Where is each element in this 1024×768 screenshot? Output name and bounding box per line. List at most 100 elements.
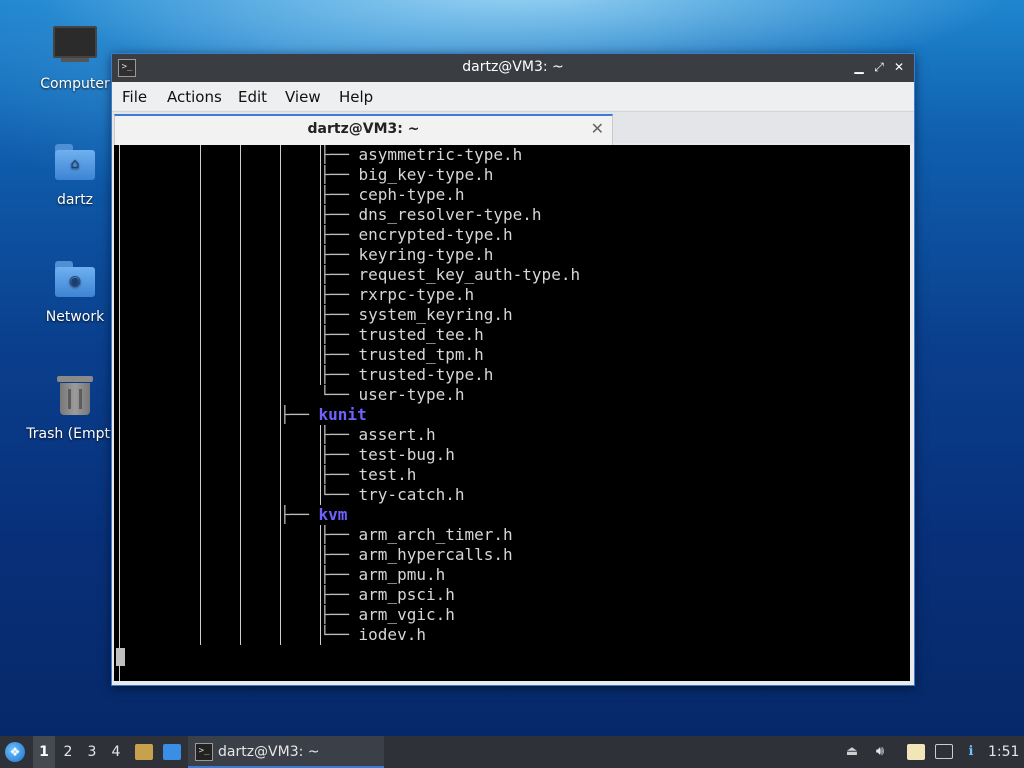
tree-entry-name: encrypted-type.h: [358, 225, 513, 244]
tree-branch: ├──: [320, 245, 359, 264]
tree-entry-name: arm_vgic.h: [358, 605, 455, 624]
tree-guide-line: [280, 145, 281, 645]
tree-branch: ├──: [320, 205, 359, 224]
tree-entry-name: arm_arch_timer.h: [358, 525, 513, 544]
desktop-icon-home[interactable]: ⌂ dartz: [25, 140, 125, 208]
tree-entry-name: arm_pmu.h: [358, 565, 446, 584]
tree-file-entry: ├── arm_pmu.h: [320, 565, 445, 585]
update-notifier-icon[interactable]: ℹ: [962, 744, 980, 760]
maximize-button[interactable]: ⤢: [870, 58, 888, 76]
network-folder-icon: ◉: [51, 257, 99, 303]
tab-close-icon[interactable]: ✕: [591, 119, 604, 138]
tree-directory-entry: ├── kvm: [280, 505, 347, 525]
eject-icon[interactable]: ⏏: [843, 744, 861, 760]
tree-entry-name: try-catch.h: [358, 485, 465, 504]
tree-guide-line: [119, 145, 120, 681]
volume-icon[interactable]: 🔊︎: [871, 744, 889, 760]
workspace-3[interactable]: 3: [81, 736, 103, 768]
menu-bar: File Actions Edit View Help: [112, 82, 914, 110]
tree-entry-name: kvm: [318, 505, 348, 524]
menu-edit[interactable]: Edit: [238, 88, 267, 106]
tree-branch: ├──: [320, 225, 359, 244]
workspace-4[interactable]: 4: [105, 736, 127, 768]
tab-label: dartz@VM3: ~: [307, 121, 420, 137]
computer-icon: [51, 24, 99, 70]
tree-entry-name: ceph-type.h: [358, 185, 465, 204]
trash-icon: [51, 374, 99, 420]
taskbar-task-terminal[interactable]: >_ dartz@VM3: ~: [188, 736, 384, 768]
workspace-2[interactable]: 2: [57, 736, 79, 768]
tree-branch: ├──: [280, 405, 319, 424]
tree-entry-name: trusted-type.h: [358, 365, 494, 384]
tree-file-entry: ├── arm_arch_timer.h: [320, 525, 513, 545]
tree-file-entry: ├── trusted-type.h: [320, 365, 493, 385]
menu-help[interactable]: Help: [339, 88, 373, 106]
tree-entry-name: request_key_auth-type.h: [358, 265, 581, 284]
tree-entry-name: keyring-type.h: [358, 245, 494, 264]
tree-branch: ├──: [320, 445, 359, 464]
tree-branch: ├──: [320, 525, 359, 544]
tree-branch: ├──: [320, 185, 359, 204]
tree-file-entry: ├── trusted_tpm.h: [320, 345, 484, 365]
tree-file-entry: ├── test-bug.h: [320, 445, 455, 465]
tree-guide-line: [200, 145, 201, 645]
terminal-icon: >_: [195, 743, 213, 761]
tree-file-entry: ├── arm_psci.h: [320, 585, 455, 605]
tree-branch: ├──: [320, 465, 359, 484]
tree-entry-name: test.h: [358, 465, 417, 484]
tree-file-entry: ├── system_keyring.h: [320, 305, 513, 325]
tree-branch: ├──: [320, 605, 359, 624]
tree-entry-name: rxrpc-type.h: [358, 285, 475, 304]
menu-file[interactable]: File: [122, 88, 147, 106]
terminal-output[interactable]: ├── asymmetric-type.h ├── big_key-type.h ├…: [114, 145, 910, 681]
tree-file-entry: ├── arm_hypercalls.h: [320, 545, 513, 565]
clipboard-icon[interactable]: [907, 744, 925, 760]
tree-file-entry: └── user-type.h: [320, 385, 465, 405]
tab-terminal[interactable]: dartz@VM3: ~ ✕: [114, 114, 613, 145]
desktop-icon-label: Trash (Empty): [26, 426, 124, 442]
tree-file-entry: ├── asymmetric-type.h: [320, 145, 522, 165]
tree-entry-name: big_key-type.h: [358, 165, 494, 184]
close-button[interactable]: ✕: [890, 58, 908, 76]
minimize-button[interactable]: ▁: [850, 58, 868, 76]
file-manager-icon[interactable]: [135, 744, 153, 760]
tree-entry-name: asymmetric-type.h: [358, 145, 523, 164]
tree-branch: ├──: [320, 345, 359, 364]
tree-directory-entry: ├── kunit: [280, 405, 367, 425]
tree-entry-name: arm_hypercalls.h: [358, 545, 513, 564]
desktop-icon-computer[interactable]: Computer: [25, 24, 125, 92]
show-desktop-icon[interactable]: [163, 744, 181, 760]
terminal-cursor: [116, 648, 125, 666]
tree-branch: ├──: [320, 285, 359, 304]
tree-file-entry: ├── arm_vgic.h: [320, 605, 455, 625]
tree-entry-name: iodev.h: [358, 625, 426, 644]
tree-file-entry: ├── dns_resolver-type.h: [320, 205, 542, 225]
workspace-1[interactable]: 1: [33, 736, 55, 768]
home-folder-icon: ⌂: [51, 140, 99, 186]
desktop-icon-label: Network: [45, 309, 105, 325]
tree-branch: ├──: [320, 325, 359, 344]
task-label: dartz@VM3: ~: [218, 744, 320, 760]
network-icon[interactable]: [935, 744, 953, 759]
tab-bar: dartz@VM3: ~ ✕: [112, 111, 914, 145]
tree-branch: ├──: [320, 565, 359, 584]
tree-branch: ├──: [320, 365, 359, 384]
tree-branch: ├──: [320, 145, 359, 164]
clock[interactable]: 1:51: [988, 736, 1019, 768]
tree-entry-name: user-type.h: [358, 385, 465, 404]
terminal-window[interactable]: >_ dartz@VM3: ~ ▁ ⤢ ✕ File Actions Edit …: [111, 53, 915, 686]
menu-actions[interactable]: Actions: [167, 88, 222, 106]
tree-guide-line: [240, 145, 241, 645]
tree-branch: └──: [320, 385, 359, 404]
tree-file-entry: ├── big_key-type.h: [320, 165, 493, 185]
lubuntu-start-icon[interactable]: ❖: [5, 742, 25, 762]
tree-file-entry: ├── trusted_tee.h: [320, 325, 484, 345]
window-titlebar[interactable]: >_ dartz@VM3: ~ ▁ ⤢ ✕: [112, 54, 914, 82]
tree-branch: ├──: [280, 505, 319, 524]
tree-entry-name: kunit: [318, 405, 367, 424]
taskbar: ❖ 1 2 3 4 >_ dartz@VM3: ~ ⏏ 🔊︎ ℹ 1:51: [0, 736, 1024, 768]
menu-view[interactable]: View: [285, 88, 321, 106]
tree-entry-name: assert.h: [358, 425, 436, 444]
desktop-icon-trash[interactable]: Trash (Empty): [25, 374, 125, 442]
desktop-icon-network[interactable]: ◉ Network: [25, 257, 125, 325]
